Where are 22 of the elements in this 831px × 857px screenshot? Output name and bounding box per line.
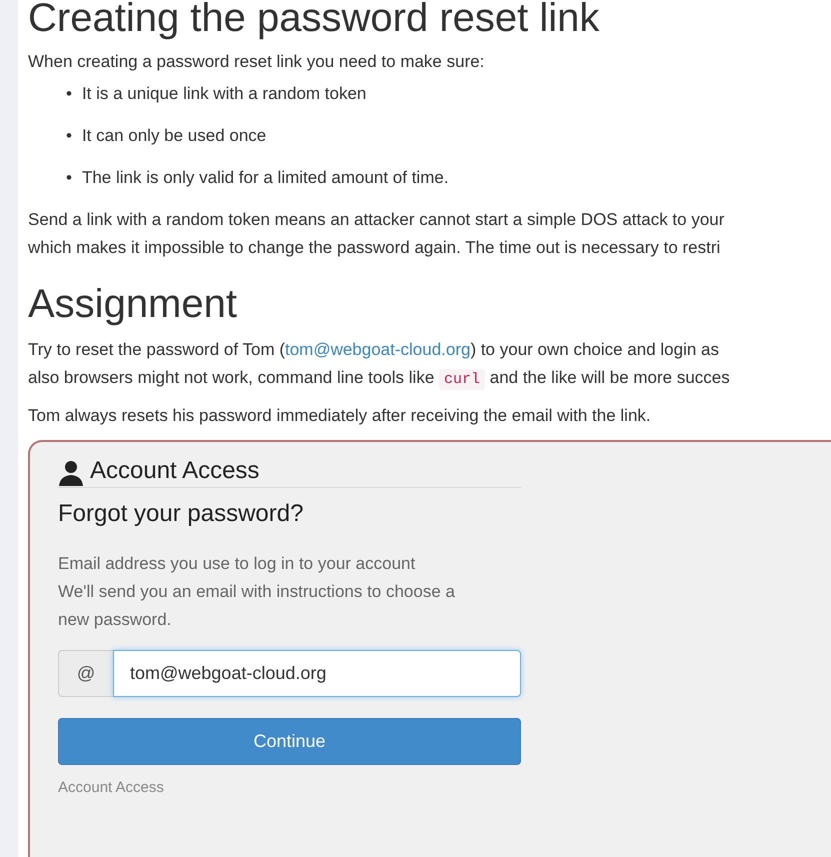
bullet-marker: • (66, 167, 72, 189)
assignment-heading: Assignment (28, 281, 238, 328)
note-text: Tom always resets his password immediately after receiving the email with the link. (28, 405, 652, 427)
inline-code: curl (439, 369, 486, 390)
explanation-text: Send a link with a random token means an attacker cannot start a simple DOS attack to your which makes it impossible to change the password again. The time out is necessary to restri (28, 209, 726, 259)
continue-button[interactable]: Continue (58, 718, 521, 765)
user-icon (58, 460, 84, 486)
form-subtitle: Forgot your password? (58, 500, 304, 528)
intro-text: When creating a password reset link you need to make sure: (28, 51, 486, 73)
email-addon: @ (58, 650, 113, 697)
section-heading: Creating the password reset link (28, 0, 600, 42)
assignment-text: Try to reset the password of Tom (tom@webgoat-cloud.org) to your own choice and login as also browsers might not work, command line tools like curl and the like will be more succes (28, 339, 731, 392)
bullet-item: The link is only valid for a limited amount of time. (82, 167, 449, 189)
email-link[interactable]: tom@webgoat-cloud.org (284, 340, 470, 359)
form-footer: Account Access (58, 779, 521, 796)
form-title: Account Access (90, 456, 260, 486)
bullet-marker: • (66, 83, 72, 105)
email-field[interactable]: tom@webgoat-cloud.org (113, 650, 521, 697)
bullet-item: It can only be used once (82, 125, 266, 147)
help-text: Email address you use to log in to your account We'll send you an email with instructions to choose a new password. (58, 553, 456, 631)
bullet-marker: • (66, 125, 72, 147)
bullet-item: It is a unique link with a random token (82, 83, 366, 105)
